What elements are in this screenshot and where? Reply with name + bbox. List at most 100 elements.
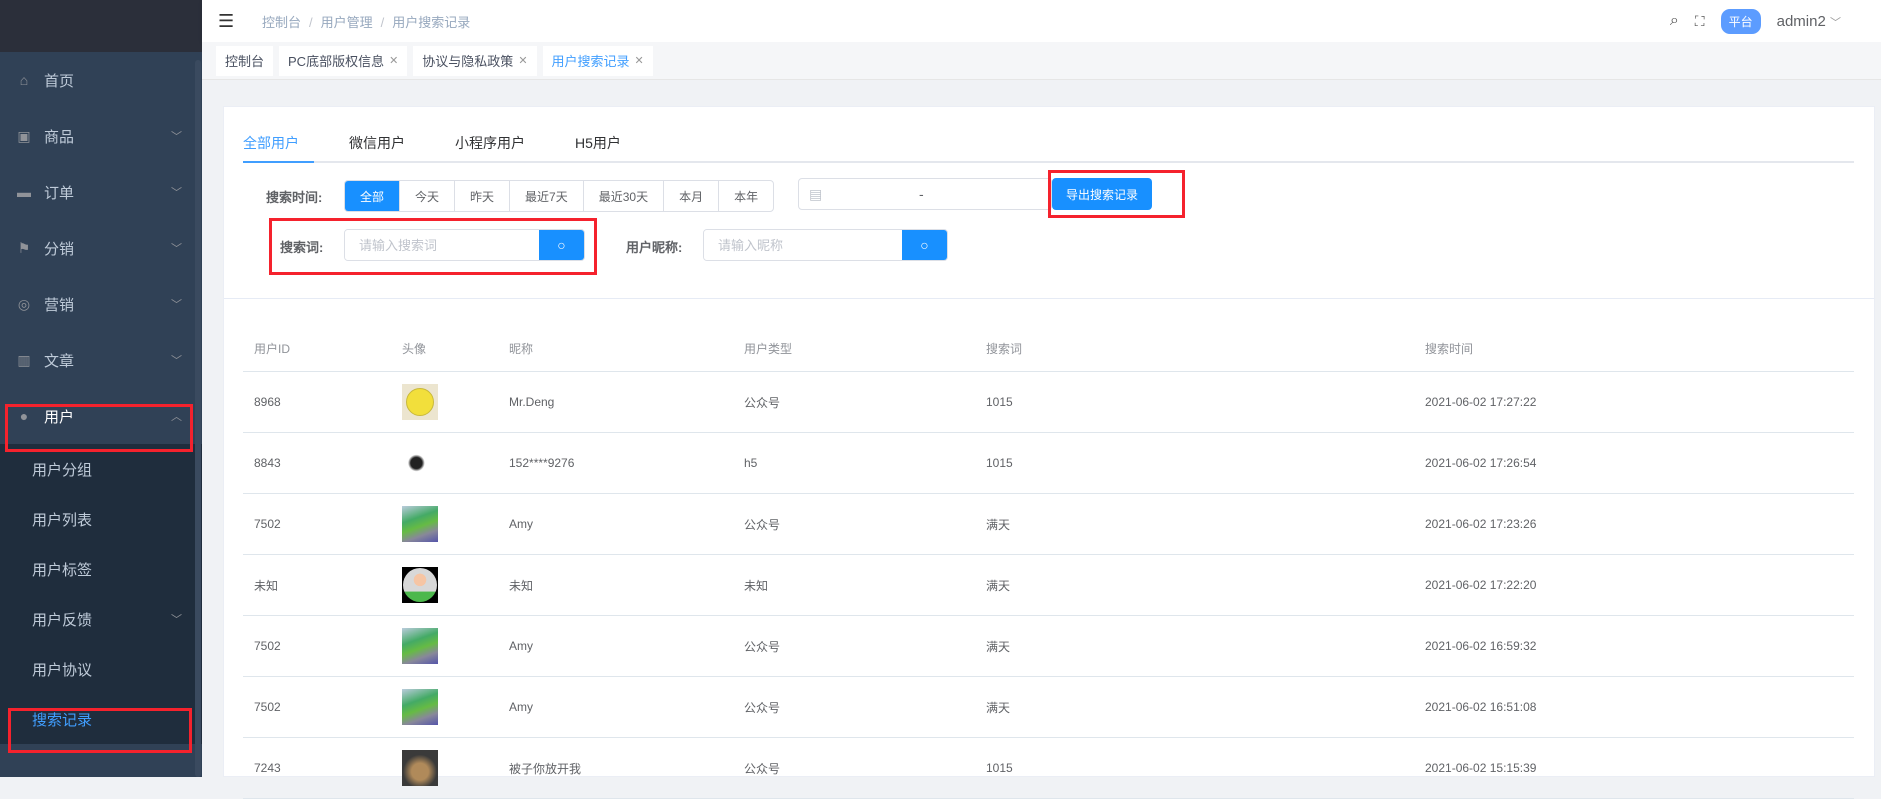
time-range-group: 全部 今天 昨天 最近7天 最近30天 本月 本年 — [344, 180, 775, 212]
cell-id: 7502 — [254, 517, 281, 531]
sidebar-item[interactable]: ▬ 订单 ﹀ — [0, 164, 202, 220]
sidebar-subitem[interactable]: 用户标签 — [0, 544, 202, 594]
sidebar-item[interactable]: ● 用户 ︿ — [0, 388, 202, 444]
tags-view: 控制台 PC底部版权信息 ✕ 协议与隐私政策 ✕ 用户搜索记录 ✕ — [202, 42, 1881, 80]
cell-keyword: 1015 — [986, 395, 1013, 409]
home-icon: ⌂ — [19, 72, 29, 88]
search-icon: ○ — [920, 237, 929, 253]
cell-nickname: Amy — [509, 700, 533, 714]
close-icon[interactable]: ✕ — [389, 54, 398, 67]
sidebar-subitem[interactable]: 搜索记录 — [0, 694, 202, 744]
sidebar-item[interactable]: ▥ 文章 ﹀ — [0, 332, 202, 388]
tag-item[interactable]: 协议与隐私政策 ✕ — [413, 45, 537, 76]
keyword-search-button[interactable]: ○ — [539, 230, 584, 260]
time-option[interactable]: 本年 — [718, 181, 773, 211]
cell-time: 2021-06-02 17:26:54 — [1425, 456, 1537, 470]
nickname-search-button[interactable]: ○ — [902, 230, 947, 260]
column-header: 昵称 — [509, 342, 534, 356]
sidebar-subitem-label: 用户反馈 — [32, 611, 93, 629]
table-row: 未知 未知 未知 满天 2021-06-02 17:22:20 — [243, 555, 1854, 616]
sidebar-menu: ⌂ 首页 ▣ 商品 ﹀ ▬ 订单 ﹀ ⚑ 分销 ﹀ ◎ 营销 ﹀ ▥ 文章 ﹀ ● 用户 ︿ 用户分组 用户列表 用户标签用… — [0, 52, 202, 744]
sidebar-item[interactable]: ◎ 营销 ﹀ — [0, 276, 202, 332]
cell-keyword: 满天 — [986, 639, 1011, 654]
nickname-search: ○ — [703, 229, 948, 261]
flag-icon: ⚑ — [17, 239, 31, 256]
sidebar-subitem[interactable]: 用户协议 — [0, 644, 202, 694]
chevron-icon: ︿ — [171, 411, 182, 423]
cell-id: 8968 — [254, 395, 281, 409]
close-icon[interactable]: ✕ — [635, 54, 644, 67]
user-submenu: 用户分组用户列表用户标签用户反馈 ﹀ 用户协议搜索记录 — [0, 444, 202, 744]
fullscreen-icon[interactable]: ⛶ — [1695, 13, 1705, 30]
sidebar: ⌂ 首页 ▣ 商品 ﹀ ▬ 订单 ﹀ ⚑ 分销 ﹀ ◎ 营销 ﹀ ▥ 文章 ﹀ ● 用户 ︿ 用户分组 用户列表 用户标签用… — [0, 0, 202, 777]
avatar — [402, 628, 438, 664]
cell-time: 2021-06-02 16:59:32 — [1425, 639, 1537, 653]
time-option[interactable]: 今天 — [399, 181, 454, 211]
sidebar-item[interactable]: ⌂ 首页 — [0, 52, 202, 108]
platform-badge: 平台 — [1720, 8, 1761, 34]
tag-label: 用户搜索记录 — [551, 54, 630, 69]
user-type-tabs: 全部用户 微信用户 小程序用户 H5用户 — [243, 127, 1854, 163]
breadcrumb-item[interactable]: 用户管理 — [321, 15, 373, 30]
cell-id: 未知 — [254, 578, 279, 593]
cell-type: 公众号 — [744, 639, 781, 654]
sidebar-item[interactable]: ▣ 商品 ﹀ — [0, 108, 202, 164]
tab[interactable]: H5用户 — [560, 127, 636, 161]
chevron-icon: ﹀ — [171, 243, 182, 255]
column-header: 头像 — [402, 342, 427, 356]
search-records-table: 用户ID 头像 昵称 用户类型 搜索词 搜索时间 8968 Mr.Deng 公众号 1015 20… — [243, 312, 1854, 799]
search-time-label: 搜索时间: — [266, 190, 323, 205]
tab[interactable]: 微信用户 — [334, 127, 420, 161]
cell-time: 2021-06-02 17:22:20 — [1425, 578, 1537, 592]
search-icon: ○ — [557, 237, 566, 253]
sidebar-item-label: 营销 — [44, 296, 75, 314]
time-option[interactable]: 最近7天 — [509, 181, 583, 211]
sidebar-subitem[interactable]: 用户列表 — [0, 494, 202, 544]
sidebar-subitem-label: 搜索记录 — [32, 711, 93, 729]
keyword-input[interactable] — [345, 230, 539, 260]
sidebar-subitem-label: 用户列表 — [32, 511, 93, 529]
time-option[interactable]: 本月 — [663, 181, 718, 211]
sidebar-scrollbar[interactable] — [195, 60, 201, 777]
cell-id: 8843 — [254, 456, 281, 470]
tab[interactable]: 全部用户 — [243, 127, 314, 163]
menu-toggle-icon[interactable]: ☰ — [218, 11, 238, 32]
time-option[interactable]: 全部 — [345, 181, 400, 211]
search-icon[interactable]: ⌕ — [1670, 12, 1679, 30]
cell-nickname: Amy — [509, 517, 533, 531]
export-button[interactable]: 导出搜索记录 — [1052, 178, 1153, 210]
cell-nickname: 152****9276 — [509, 456, 575, 470]
user-dropdown[interactable]: admin2 ﹀ — [1777, 13, 1841, 30]
tag-item[interactable]: 用户搜索记录 ✕ — [542, 45, 653, 76]
tag-item[interactable]: PC底部版权信息 ✕ — [279, 45, 408, 76]
tag-item[interactable]: 控制台 — [216, 45, 274, 76]
sidebar-subitem[interactable]: 用户分组 — [0, 444, 202, 494]
tag-label: 控制台 — [225, 54, 265, 69]
table-header: 用户ID 头像 昵称 用户类型 搜索词 搜索时间 — [243, 312, 1854, 372]
close-icon[interactable]: ✕ — [518, 54, 527, 67]
time-option[interactable]: 最近30天 — [582, 181, 663, 211]
breadcrumb-item[interactable]: 控制台 — [262, 15, 301, 30]
breadcrumb: 控制台 / 用户管理 / 用户搜索记录 — [262, 12, 470, 31]
briefcase-icon: ▬ — [17, 184, 31, 200]
table-row: 7502 Amy 公众号 满天 2021-06-02 16:51:08 — [243, 677, 1854, 738]
table-row: 8968 Mr.Deng 公众号 1015 2021-06-02 17:27:22 — [243, 372, 1854, 433]
top-navbar: ☰ 控制台 / 用户管理 / 用户搜索记录 ⌕ ⛶ 平台 admin2 ﹀ — [202, 0, 1881, 42]
cell-time: 2021-06-02 16:51:08 — [1425, 700, 1537, 714]
table-row: 7502 Amy 公众号 满天 2021-06-02 16:59:32 — [243, 616, 1854, 677]
cell-type: 公众号 — [744, 517, 781, 532]
sidebar-subitem[interactable]: 用户反馈 ﹀ — [0, 594, 202, 644]
table-row: 8843 152****9276 h5 1015 2021-06-02 17:26:54 — [243, 433, 1854, 494]
nickname-input[interactable] — [704, 230, 902, 260]
chevron-down-icon: ﹀ — [171, 614, 182, 626]
chevron-icon: ﹀ — [171, 131, 182, 143]
avatar — [402, 567, 438, 603]
date-range-picker[interactable]: ▤ - — [798, 178, 1052, 210]
time-option[interactable]: 昨天 — [454, 181, 509, 211]
sidebar-item-label: 分销 — [44, 240, 75, 258]
sidebar-item[interactable]: ⚑ 分销 ﹀ — [0, 220, 202, 276]
nickname-label: 用户昵称: — [626, 240, 683, 255]
tag-label: 协议与隐私政策 — [422, 54, 514, 69]
cell-nickname: 未知 — [509, 578, 534, 593]
tab[interactable]: 小程序用户 — [440, 127, 540, 161]
